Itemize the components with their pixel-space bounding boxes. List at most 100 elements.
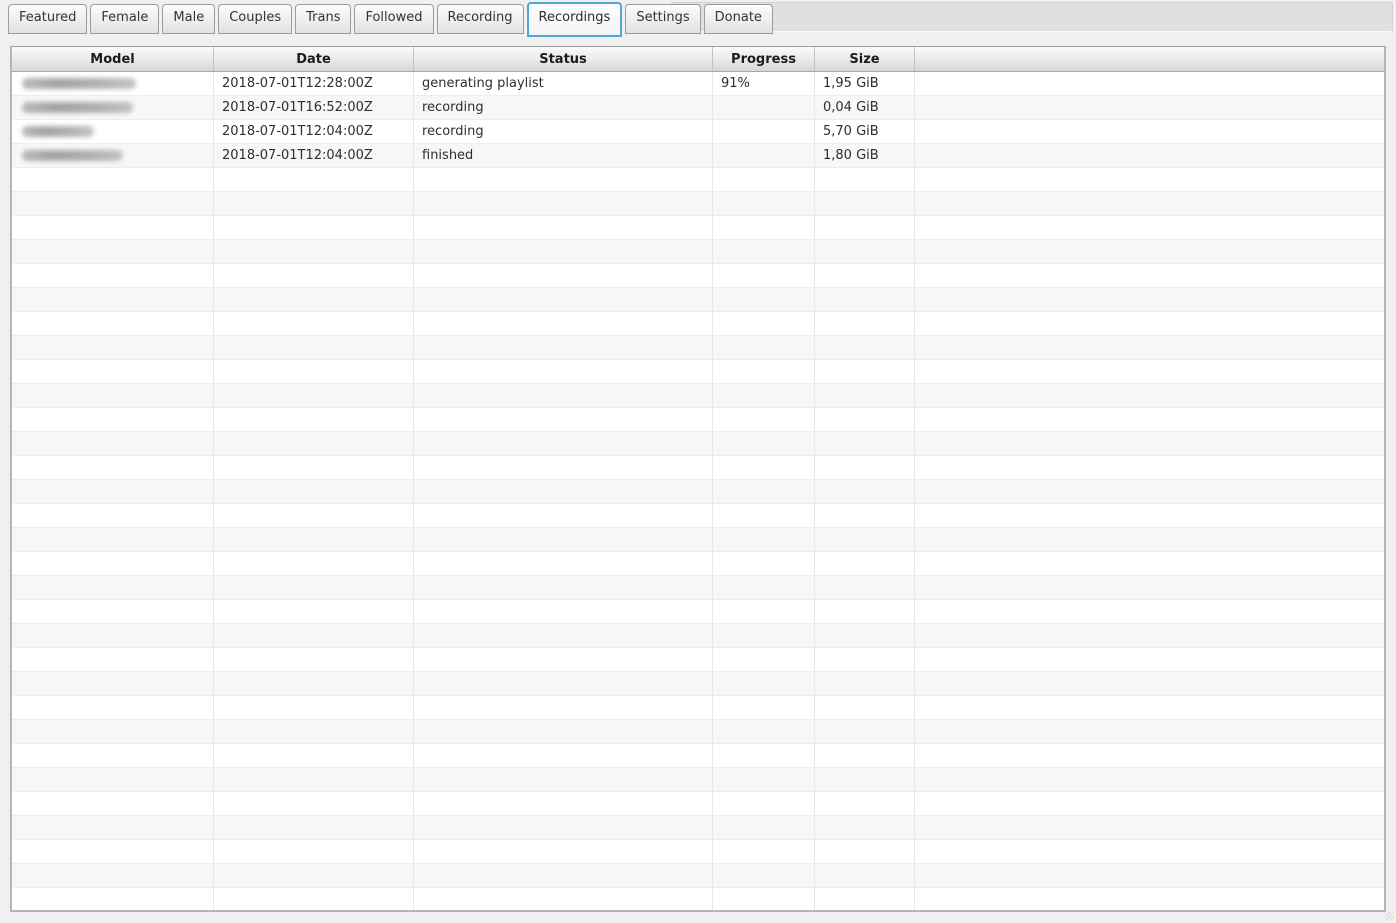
- cell-progress: [713, 792, 815, 815]
- empty-row: [12, 552, 1384, 576]
- cell-status: [414, 312, 713, 335]
- cell-model: [12, 120, 214, 143]
- cell-status: [414, 672, 713, 695]
- tab-recordings[interactable]: Recordings: [526, 2, 623, 37]
- cell-model: [12, 192, 214, 215]
- cell-date: [214, 600, 414, 623]
- cell-progress: [713, 816, 815, 839]
- empty-row: [12, 768, 1384, 792]
- column-header-progress[interactable]: Progress: [713, 47, 815, 71]
- tab-recording[interactable]: Recording: [436, 4, 524, 34]
- cell-filler: [915, 432, 1384, 455]
- column-header-model[interactable]: Model: [12, 47, 214, 71]
- cell-size: [815, 768, 915, 791]
- empty-row: [12, 240, 1384, 264]
- column-header-status[interactable]: Status: [414, 47, 713, 71]
- recording-row[interactable]: 2018-07-01T16:52:00Z recording 0,04 GiB: [12, 96, 1384, 120]
- column-header-date[interactable]: Date: [214, 47, 414, 71]
- cell-progress: [713, 360, 815, 383]
- cell-progress: [713, 768, 815, 791]
- cell-filler: [915, 408, 1384, 431]
- cell-model: [12, 720, 214, 743]
- cell-progress: [713, 864, 815, 887]
- cell-status: [414, 648, 713, 671]
- cell-size: [815, 888, 915, 910]
- recording-row[interactable]: 2018-07-01T12:04:00Z recording 5,70 GiB: [12, 120, 1384, 144]
- tab-followed[interactable]: Followed: [354, 4, 434, 34]
- cell-filler: [915, 792, 1384, 815]
- empty-row: [12, 288, 1384, 312]
- cell-filler: [915, 264, 1384, 287]
- empty-row: [12, 528, 1384, 552]
- cell-filler: [915, 456, 1384, 479]
- tab-featured[interactable]: Featured: [8, 4, 88, 34]
- cell-filler: [915, 288, 1384, 311]
- cell-progress: 91%: [713, 72, 815, 95]
- cell-progress: [713, 840, 815, 863]
- empty-row: [12, 840, 1384, 864]
- tab-couples[interactable]: Couples: [218, 4, 293, 34]
- cell-filler: [915, 720, 1384, 743]
- cell-filler: [915, 312, 1384, 335]
- cell-model: [12, 504, 214, 527]
- empty-row: [12, 408, 1384, 432]
- tab-trans[interactable]: Trans: [295, 4, 352, 34]
- cell-progress: [713, 408, 815, 431]
- cell-filler: [915, 504, 1384, 527]
- cell-model: [12, 360, 214, 383]
- column-header-filler: [915, 47, 1384, 71]
- tab-male[interactable]: Male: [162, 4, 216, 34]
- cell-model: [12, 72, 214, 95]
- cell-size: [815, 192, 915, 215]
- cell-filler: [915, 600, 1384, 623]
- cell-model: [12, 168, 214, 191]
- empty-row: [12, 576, 1384, 600]
- cell-model: [12, 336, 214, 359]
- cell-date: 2018-07-01T12:04:00Z: [214, 144, 414, 167]
- table-body[interactable]: 2018-07-01T12:28:00Z generating playlist 9…: [12, 72, 1384, 910]
- empty-row: [12, 720, 1384, 744]
- tab-list: Featured Female Male Couples Trans Followed Re…: [8, 0, 776, 37]
- empty-row: [12, 480, 1384, 504]
- cell-size: [815, 672, 915, 695]
- cell-model: [12, 264, 214, 287]
- cell-size: 0,04 GiB: [815, 96, 915, 119]
- cell-model: [12, 552, 214, 575]
- cell-progress: [713, 720, 815, 743]
- redacted-model-name: [22, 78, 136, 89]
- empty-row: [12, 336, 1384, 360]
- cell-model: [12, 888, 214, 910]
- cell-size: [815, 432, 915, 455]
- cell-filler: [915, 840, 1384, 863]
- empty-row: [12, 600, 1384, 624]
- cell-size: 1,95 GiB: [815, 72, 915, 95]
- cell-date: [214, 288, 414, 311]
- cell-size: [815, 744, 915, 767]
- cell-status: [414, 888, 713, 910]
- cell-date: [214, 624, 414, 647]
- tab-female[interactable]: Female: [90, 4, 160, 34]
- cell-date: [214, 216, 414, 239]
- recording-row[interactable]: 2018-07-01T12:28:00Z generating playlist 9…: [12, 72, 1384, 96]
- table-header: Model Date Status Progress Size: [12, 47, 1384, 72]
- recording-row[interactable]: 2018-07-01T12:04:00Z finished 1,80 GiB: [12, 144, 1384, 168]
- tab-donate[interactable]: Donate: [703, 4, 773, 34]
- cell-progress: [713, 264, 815, 287]
- cell-size: [815, 360, 915, 383]
- cell-model: [12, 144, 214, 167]
- cell-date: [214, 576, 414, 599]
- cell-filler: [915, 528, 1384, 551]
- cell-status: [414, 768, 713, 791]
- tab-settings[interactable]: Settings: [625, 4, 701, 34]
- cell-status: [414, 192, 713, 215]
- cell-model: [12, 480, 214, 503]
- cell-filler: [915, 384, 1384, 407]
- cell-progress: [713, 456, 815, 479]
- cell-filler: [915, 552, 1384, 575]
- cell-status: [414, 696, 713, 719]
- column-header-size[interactable]: Size: [815, 47, 915, 71]
- empty-row: [12, 504, 1384, 528]
- resize-grip-icon[interactable]: [1385, 912, 1394, 921]
- cell-size: [815, 240, 915, 263]
- cell-status: [414, 216, 713, 239]
